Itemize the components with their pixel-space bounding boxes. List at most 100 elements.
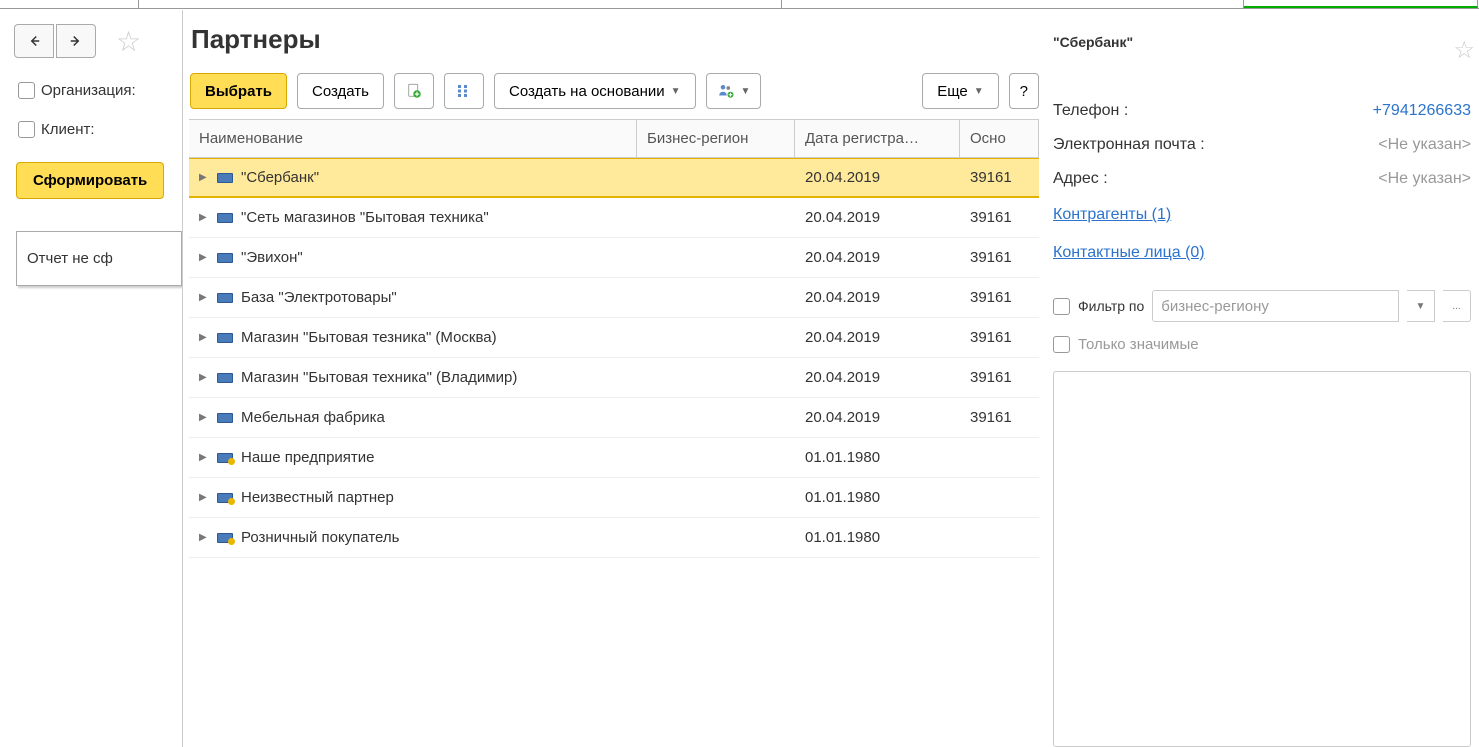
email-label: Электронная почта : xyxy=(1053,136,1205,154)
arrow-left-icon xyxy=(25,32,43,50)
partners-table: Наименование Бизнес-регион Дата регистра… xyxy=(189,119,1039,558)
users-button[interactable]: ▼ xyxy=(706,73,762,109)
notes-area[interactable] xyxy=(1053,371,1471,747)
row-name: "Сбербанк" xyxy=(241,169,319,186)
column-name[interactable]: Наименование xyxy=(189,120,637,157)
column-base[interactable]: Осно xyxy=(960,120,1039,157)
create-button[interactable]: Создать xyxy=(297,73,384,109)
tab-segment[interactable] xyxy=(782,0,1244,8)
page-title: Партнеры xyxy=(191,24,1039,55)
address-label: Адрес : xyxy=(1053,170,1108,188)
filter-label: Фильтр по xyxy=(1078,298,1144,314)
generate-button[interactable]: Сформировать xyxy=(16,162,164,199)
create-copy-button[interactable] xyxy=(394,73,434,109)
row-date: 20.04.2019 xyxy=(795,209,960,226)
row-base: 39161 xyxy=(960,289,1039,306)
row-date: 20.04.2019 xyxy=(795,329,960,346)
favorite-star-icon[interactable]: ☆ xyxy=(116,25,141,58)
client-checkbox[interactable] xyxy=(18,121,35,138)
select-button[interactable]: Выбрать xyxy=(190,73,287,109)
column-date[interactable]: Дата регистра… xyxy=(795,120,960,157)
row-date: 01.01.1980 xyxy=(795,489,960,506)
table-row[interactable]: ▶ Неизвестный партнер 01.01.1980 xyxy=(189,478,1039,518)
report-placeholder-text: Отчет не сф xyxy=(27,250,113,267)
row-name: Неизвестный партнер xyxy=(241,489,394,506)
phone-label: Телефон : xyxy=(1053,102,1128,120)
nav-back-button[interactable] xyxy=(14,24,54,58)
tab-segment[interactable] xyxy=(0,0,139,8)
expand-icon[interactable]: ▶ xyxy=(199,332,209,343)
detail-title: "Сбербанк" xyxy=(1053,34,1471,50)
more-button[interactable]: Еще ▼ xyxy=(922,73,998,109)
filter-placeholder: бизнес-региону xyxy=(1161,298,1269,315)
filter-checkbox[interactable] xyxy=(1053,298,1070,315)
tab-segment-active[interactable] xyxy=(1244,0,1478,8)
row-name: "Эвихон" xyxy=(241,249,303,266)
help-button[interactable]: ? xyxy=(1009,73,1039,109)
contractors-link[interactable]: Контрагенты (1) xyxy=(1053,206,1471,224)
filter-dropdown-button[interactable]: ▼ xyxy=(1407,290,1435,322)
expand-icon[interactable]: ▶ xyxy=(199,452,209,463)
table-row[interactable]: ▶Магазин "Бытовая техника" (Владимир)20.… xyxy=(189,358,1039,398)
filter-select[interactable]: бизнес-региону xyxy=(1152,290,1399,322)
table-row[interactable]: ▶ Магазин "Бытовая тезника" (Москва) 20.04… xyxy=(189,318,1039,358)
row-date: 01.01.1980 xyxy=(795,529,960,546)
partner-icon xyxy=(217,533,233,543)
row-date: 20.04.2019 xyxy=(795,249,960,266)
detail-panel: "Сбербанк" Телефон : +7941266633 Электро… xyxy=(1039,24,1479,747)
phone-value[interactable]: +7941266633 xyxy=(1373,102,1471,120)
create-based-on-button[interactable]: Создать на основании ▼ xyxy=(494,73,696,109)
toolbar: Выбрать Создать xyxy=(190,73,1039,109)
row-name: База "Электротовары" xyxy=(241,289,397,306)
expand-icon[interactable]: ▶ xyxy=(199,492,209,503)
row-base: 39161 xyxy=(960,409,1039,426)
list-area: Партнеры Выбрать Создать xyxy=(189,24,1039,747)
org-checkbox[interactable] xyxy=(18,82,35,99)
expand-icon[interactable]: ▶ xyxy=(199,252,209,263)
left-filter-pane: ☆ Организация: Клиент: Сформировать Отче… xyxy=(0,10,182,747)
only-significant-checkbox[interactable] xyxy=(1053,336,1070,353)
partner-icon xyxy=(217,293,233,303)
row-date: 20.04.2019 xyxy=(795,409,960,426)
hierarchy-button[interactable] xyxy=(444,73,484,109)
expand-icon[interactable]: ▶ xyxy=(199,292,209,303)
tab-segment[interactable] xyxy=(139,0,782,8)
chevron-down-icon: ▼ xyxy=(671,86,681,97)
table-row[interactable]: ▶Мебельная фабрика20.04.201939161 xyxy=(189,398,1039,438)
filter-browse-button[interactable]: ... xyxy=(1443,290,1471,322)
table-row[interactable]: ▶ "Сеть магазинов "Бытовая техника" 20.04.… xyxy=(189,198,1039,238)
expand-icon[interactable]: ▶ xyxy=(199,212,209,223)
report-placeholder: Отчет не сф xyxy=(16,231,182,286)
row-date: 20.04.2019 xyxy=(795,289,960,306)
partner-icon xyxy=(217,453,233,463)
table-row[interactable]: ▶"Сбербанк"20.04.201939161 xyxy=(189,158,1039,198)
partner-icon xyxy=(217,213,233,223)
address-value: <Не указан> xyxy=(1378,170,1471,188)
expand-icon[interactable]: ▶ xyxy=(199,172,209,183)
table-row[interactable]: ▶ База "Электротовары" 20.04.201939161 xyxy=(189,278,1039,318)
expand-icon[interactable]: ▶ xyxy=(199,532,209,543)
table-row[interactable]: ▶"Эвихон"20.04.201939161 xyxy=(189,238,1039,278)
row-name: Наше предприятие xyxy=(241,449,375,466)
row-name: Магазин "Бытовая тезника" (Москва) xyxy=(241,329,497,346)
partner-icon xyxy=(217,493,233,503)
row-name: "Сеть магазинов "Бытовая техника" xyxy=(241,209,489,226)
create-based-label: Создать на основании xyxy=(509,83,665,100)
expand-icon[interactable]: ▶ xyxy=(199,372,209,383)
partner-icon xyxy=(217,253,233,263)
nav-forward-button[interactable] xyxy=(56,24,96,58)
table-header: Наименование Бизнес-регион Дата регистра… xyxy=(189,120,1039,158)
partner-icon xyxy=(217,373,233,383)
users-plus-icon xyxy=(717,82,735,100)
contacts-link[interactable]: Контактные лица (0) xyxy=(1053,244,1471,262)
partner-icon xyxy=(217,413,233,423)
table-row[interactable]: ▶Наше предприятие01.01.1980 xyxy=(189,438,1039,478)
column-region[interactable]: Бизнес-регион xyxy=(637,120,795,157)
row-name: Магазин "Бытовая техника" (Владимир) xyxy=(241,369,517,386)
chevron-down-icon: ▼ xyxy=(741,86,751,97)
table-row[interactable]: ▶Розничный покупатель01.01.1980 xyxy=(189,518,1039,558)
row-base: 39161 xyxy=(960,169,1039,186)
favorite-star-icon[interactable]: ☆ xyxy=(1453,36,1475,65)
expand-icon[interactable]: ▶ xyxy=(199,412,209,423)
table-body: ▶"Сбербанк"20.04.201939161▶"Сеть магазин… xyxy=(189,158,1039,558)
